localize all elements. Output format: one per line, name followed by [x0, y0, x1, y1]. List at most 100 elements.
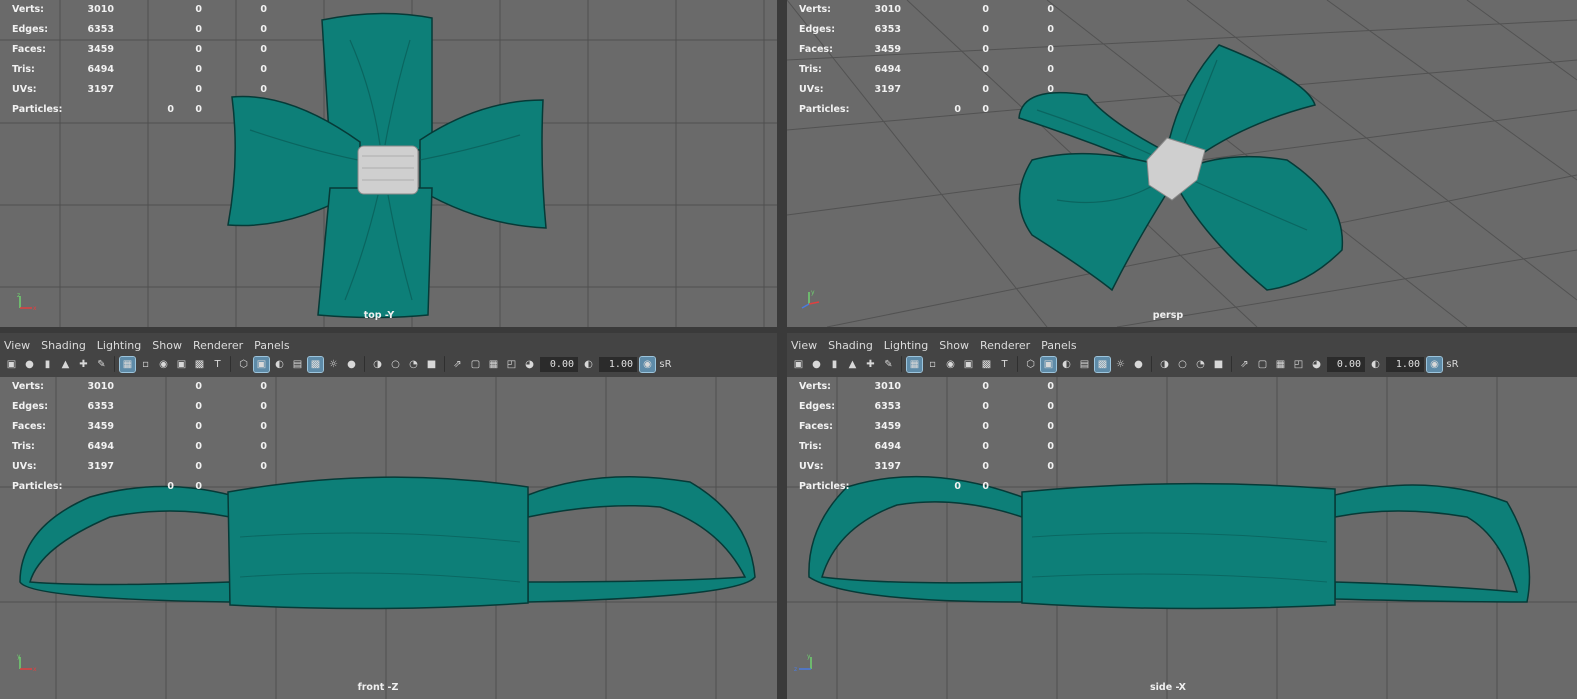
gamma-field[interactable]: 1.00	[1386, 356, 1424, 372]
isolate-select-icon[interactable]: ▢	[468, 357, 483, 372]
ambient-occlusion-icon[interactable]: ◑	[1157, 357, 1172, 372]
axis-gizmo-icon: zx	[17, 292, 37, 312]
exposure-icon[interactable]: ◕	[522, 357, 537, 372]
knot-top	[357, 145, 419, 195]
hud-toggle-icon[interactable]: ◰	[1291, 357, 1306, 372]
panel-persp-view[interactable]: Verts: 3010 0 0 Edges: 6353 0 0 Faces: 3459 0 0 T…	[787, 0, 1577, 327]
wireframe-grid-icon[interactable]: ▦	[119, 355, 136, 373]
safe-action-icon[interactable]: ▩	[979, 357, 994, 372]
pencil-icon[interactable]: ✎	[881, 357, 896, 372]
panel-side-view[interactable]: View Shading Lighting Show Renderer Pane…	[787, 333, 1577, 699]
camera-attr-icon[interactable]: ●	[809, 357, 824, 372]
menu-shading[interactable]: Shading	[37, 339, 93, 352]
motion-blur-icon[interactable]: ○	[1175, 357, 1190, 372]
snap-icon[interactable]: ✚	[76, 357, 91, 372]
camera-select-icon[interactable]: ▣	[791, 357, 806, 372]
pane-divider-vertical[interactable]	[777, 0, 787, 699]
isolate-select-icon[interactable]: ▢	[1255, 357, 1270, 372]
antialias-icon[interactable]: ◔	[1193, 357, 1208, 372]
menu-show[interactable]: Show	[148, 339, 189, 352]
image-plane-icon[interactable]: ▲	[58, 357, 73, 372]
grid-toggle-icon[interactable]: ▦	[1273, 357, 1288, 372]
wireframe-on-shaded-icon[interactable]: ◐	[272, 357, 287, 372]
resolution-gate-icon[interactable]: ◉	[156, 357, 171, 372]
menu-renderer[interactable]: Renderer	[189, 339, 250, 352]
textured-icon[interactable]: ▤	[1077, 357, 1092, 372]
srgb-label[interactable]: sR	[658, 357, 673, 372]
menu-show[interactable]: Show	[935, 339, 976, 352]
exposure-icon[interactable]: ◕	[1309, 357, 1324, 372]
panel-top-view[interactable]: Verts: 3010 0 0 Edges: 6353 0 0 Faces: 3459 0 0 T…	[0, 0, 777, 327]
field-chart-icon[interactable]: ▣	[961, 357, 976, 372]
image-plane-icon[interactable]: ▲	[845, 357, 860, 372]
color-management-icon[interactable]: ◉	[639, 355, 656, 373]
safe-title-icon[interactable]: T	[210, 357, 225, 372]
menu-view[interactable]: View	[0, 339, 37, 352]
verts-selected: 0	[982, 4, 989, 15]
faces-label: Faces:	[799, 44, 833, 55]
menu-renderer[interactable]: Renderer	[976, 339, 1037, 352]
hud-toggle-icon[interactable]: ◰	[504, 357, 519, 372]
ambient-occlusion-icon[interactable]: ◑	[370, 357, 385, 372]
gamma-field[interactable]: 1.00	[599, 356, 637, 372]
gamma-icon[interactable]: ◐	[581, 357, 596, 372]
viewport-front[interactable]: Verts: 3010 0 0 Edges: 6353 0 0 Faces: 3459 0 0 T…	[0, 377, 777, 699]
menu-lighting[interactable]: Lighting	[93, 339, 148, 352]
menu-shading[interactable]: Shading	[824, 339, 880, 352]
viewport-persp[interactable]: Verts: 3010 0 0 Edges: 6353 0 0 Faces: 3459 0 0 T…	[787, 0, 1577, 327]
shadows-icon[interactable]: ●	[344, 357, 359, 372]
depth-of-field-icon[interactable]: ■	[1211, 357, 1226, 372]
wireframe-cube-icon[interactable]: ⬡	[1023, 357, 1038, 372]
isolate-icon[interactable]: ⇗	[1237, 357, 1252, 372]
textured-icon[interactable]: ▤	[290, 357, 305, 372]
panel-menu-bar: View Shading Lighting Show Renderer Pane…	[787, 336, 1577, 354]
viewport-top[interactable]: Verts: 3010 0 0 Edges: 6353 0 0 Faces: 3459 0 0 T…	[0, 0, 777, 327]
isolate-icon[interactable]: ⇗	[450, 357, 465, 372]
film-gate-icon[interactable]: ▫	[925, 357, 940, 372]
edges-selected: 0	[982, 24, 989, 35]
wireframe-cube-icon[interactable]: ⬡	[236, 357, 251, 372]
shaded-cube-icon[interactable]: ▣	[253, 355, 270, 373]
motion-blur-icon[interactable]: ○	[388, 357, 403, 372]
film-gate-icon[interactable]: ▫	[138, 357, 153, 372]
panel-front-view[interactable]: View Shading Lighting Show Renderer Pane…	[0, 333, 777, 699]
antialias-icon[interactable]: ◔	[406, 357, 421, 372]
faces-label: Faces:	[12, 421, 46, 432]
menu-panels[interactable]: Panels	[250, 339, 296, 352]
exposure-field[interactable]: 0.00	[1327, 356, 1365, 372]
lights-icon[interactable]: ☼	[326, 357, 341, 372]
depth-of-field-icon[interactable]: ■	[424, 357, 439, 372]
xray-icon[interactable]: ▩	[1094, 355, 1111, 373]
bookmark-icon[interactable]: ▮	[40, 357, 55, 372]
grid-toggle-icon[interactable]: ▦	[486, 357, 501, 372]
particles-label: Particles:	[12, 104, 63, 115]
menu-view[interactable]: View	[787, 339, 824, 352]
field-chart-icon[interactable]: ▣	[174, 357, 189, 372]
axis-gizmo-icon: yx	[17, 653, 37, 673]
menu-lighting[interactable]: Lighting	[880, 339, 935, 352]
shaded-cube-icon[interactable]: ▣	[1040, 355, 1057, 373]
lights-icon[interactable]: ☼	[1113, 357, 1128, 372]
viewport-side[interactable]: Verts: 3010 0 0 Edges: 6353 0 0 Faces: 3459 0 0 T…	[787, 377, 1577, 699]
resolution-gate-icon[interactable]: ◉	[943, 357, 958, 372]
exposure-field[interactable]: 0.00	[540, 356, 578, 372]
gamma-icon[interactable]: ◐	[1368, 357, 1383, 372]
safe-action-icon[interactable]: ▩	[192, 357, 207, 372]
edges-label: Edges:	[799, 24, 835, 35]
srgb-label[interactable]: sR	[1445, 357, 1460, 372]
edges-components: 0	[1047, 401, 1054, 412]
snap-icon[interactable]: ✚	[863, 357, 878, 372]
pencil-icon[interactable]: ✎	[94, 357, 109, 372]
camera-attr-icon[interactable]: ●	[22, 357, 37, 372]
bookmark-icon[interactable]: ▮	[827, 357, 842, 372]
xray-icon[interactable]: ▩	[307, 355, 324, 373]
wireframe-on-shaded-icon[interactable]: ◐	[1059, 357, 1074, 372]
camera-select-icon[interactable]: ▣	[4, 357, 19, 372]
shadows-icon[interactable]: ●	[1131, 357, 1146, 372]
safe-title-icon[interactable]: T	[997, 357, 1012, 372]
color-management-icon[interactable]: ◉	[1426, 355, 1443, 373]
edges-components: 0	[1047, 24, 1054, 35]
wireframe-grid-icon[interactable]: ▦	[906, 355, 923, 373]
particles-label: Particles:	[799, 104, 850, 115]
menu-panels[interactable]: Panels	[1037, 339, 1083, 352]
